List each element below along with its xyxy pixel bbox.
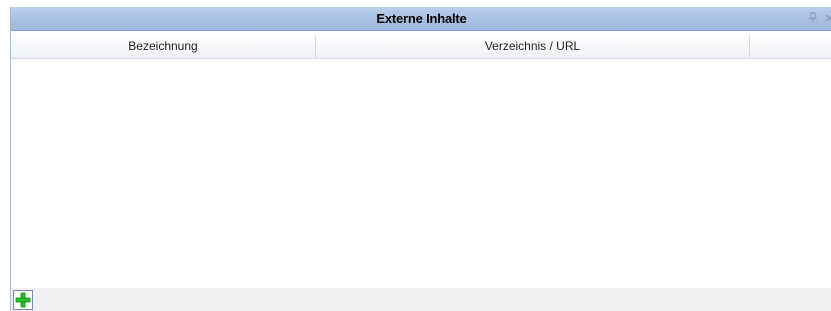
externe-inhalte-panel: Externe Inhalte Bezeichnung Verzeichnis … (10, 7, 831, 311)
pin-icon[interactable] (808, 11, 818, 23)
add-button[interactable] (13, 290, 33, 310)
grid-header: Bezeichnung Verzeichnis / URL (11, 35, 831, 59)
panel-footer (11, 288, 831, 311)
grid-body[interactable] (11, 59, 831, 288)
panel-titlebar: Externe Inhalte (11, 7, 831, 31)
close-icon[interactable] (825, 11, 831, 23)
panel-title: Externe Inhalte (376, 11, 467, 26)
add-plus-icon (15, 292, 31, 308)
column-header-verzeichnis-url[interactable]: Verzeichnis / URL (316, 35, 750, 59)
column-header-empty[interactable] (750, 35, 831, 59)
column-header-bezeichnung[interactable]: Bezeichnung (11, 35, 316, 59)
